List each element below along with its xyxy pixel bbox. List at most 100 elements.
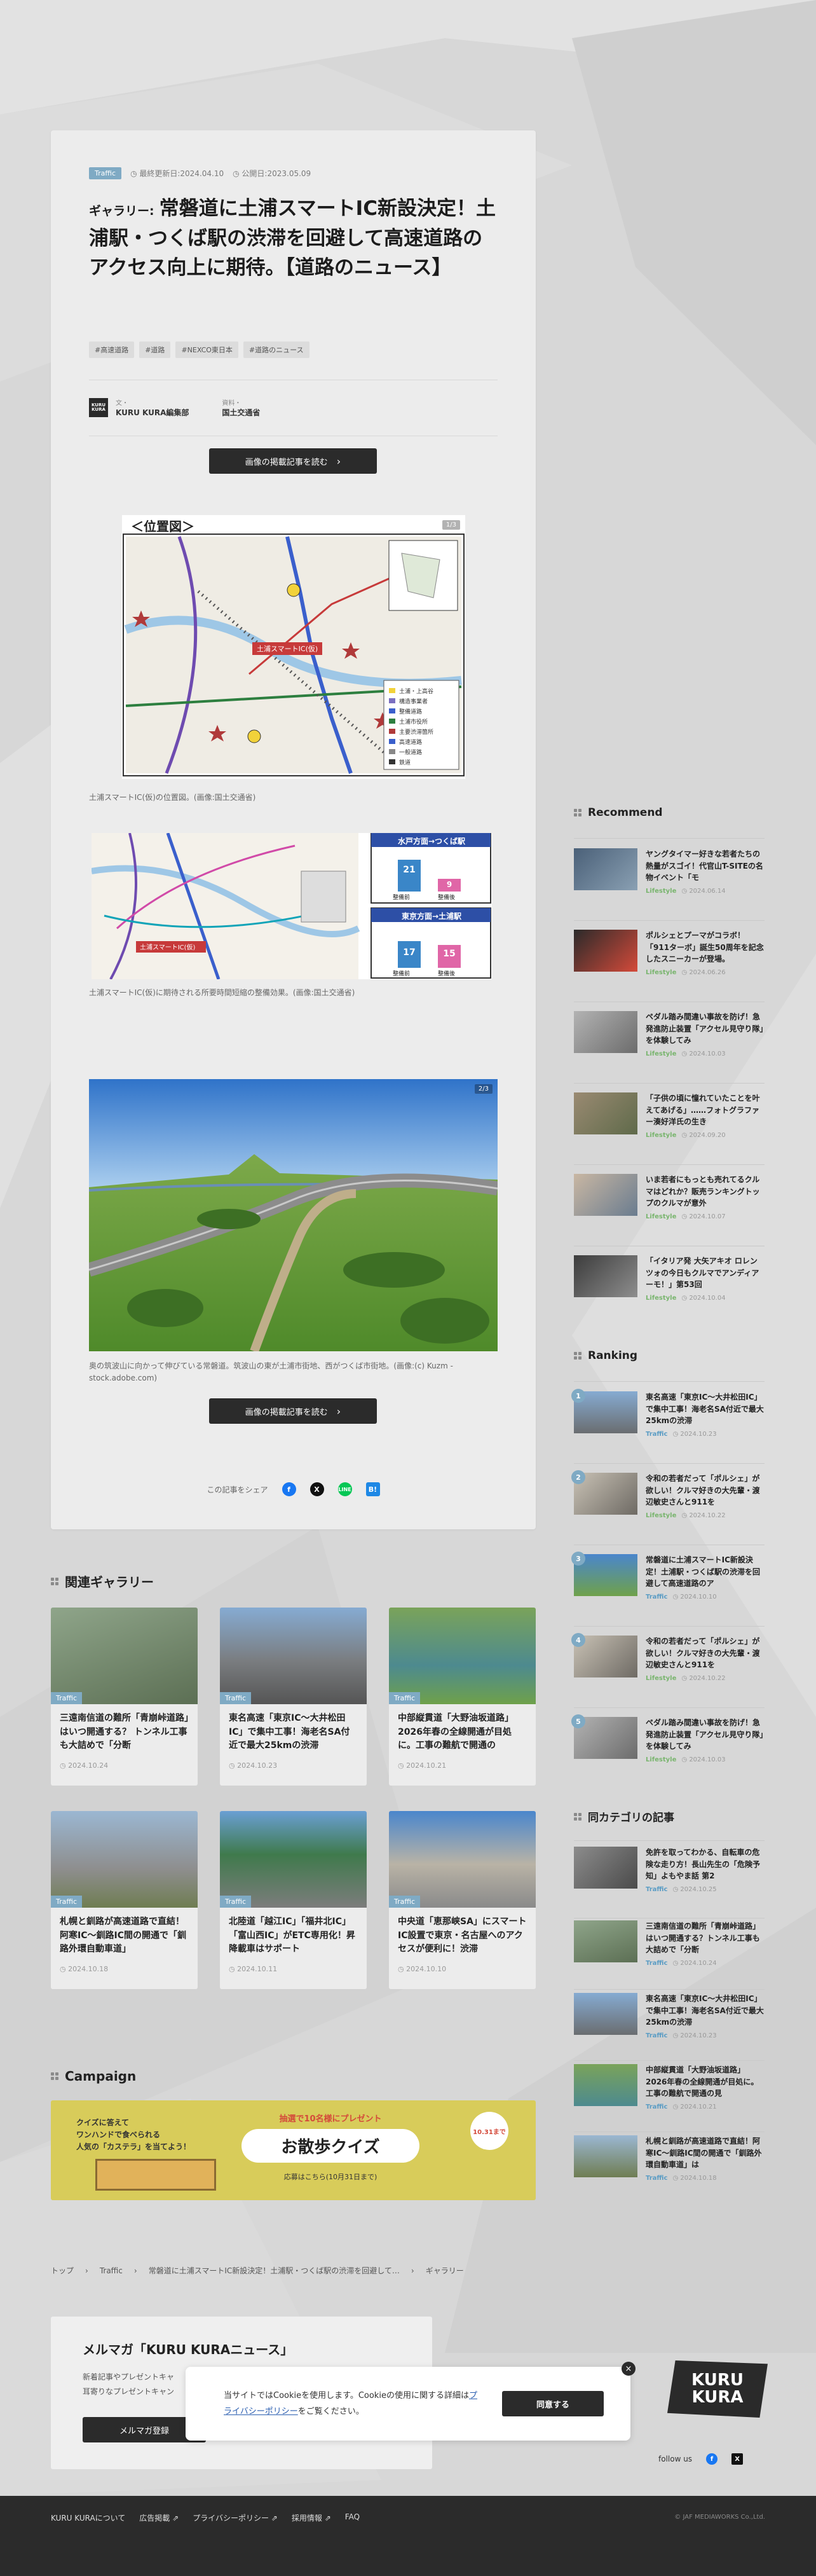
recommend-item[interactable]: ヤングタイマー好きな若者たちの熱量がスゴイ！代官山T-SITEの名物イベント「モ… <box>574 848 765 915</box>
recommend-item[interactable]: 「イタリア発 大矢アキオ ロレンツォの今日もクルマでアンディアーモ！」第53回 … <box>574 1255 765 1322</box>
recommend-heading: Recommend <box>574 806 663 819</box>
read-article-button[interactable]: 画像の掲載記事を読む › <box>209 448 377 474</box>
facebook-icon[interactable]: f <box>706 2453 718 2465</box>
gallery-card-title: 北陸道「越江IC」「福井北IC」「富山西IC」がETC専用化！昇降載車はサポート <box>229 1917 355 1955</box>
read-article-button[interactable]: 画像の掲載記事を読む › <box>209 1398 377 1424</box>
gallery-card-title: 東名高速「東京IC〜大井松田IC」で集中工事！海老名SA付近で最大25kmの渋滞 <box>229 1713 350 1751</box>
gallery-card-date: ◷ 2024.10.21 <box>398 1761 447 1770</box>
campaign-text: 人気の「カステラ」を当てよう！ <box>76 2142 191 2152</box>
same-category-item[interactable]: 三遠南信道の難所「青崩峠道路」はいつ開通する？トンネル工事も大詰めで「分断 Tr… <box>574 1920 765 1987</box>
accept-cookie-button[interactable]: 同意する <box>502 2391 604 2416</box>
facebook-icon[interactable]: f <box>282 1482 296 1496</box>
divider <box>574 1707 765 1708</box>
follow-us: follow us f X <box>658 2453 744 2465</box>
gallery-card[interactable]: Traffic 三遠南信道の難所「青崩峠道路」はいつ開通する？ トンネル工事も大… <box>51 1608 198 1786</box>
gallery-card-title: 中央道「恵那峡SA」にスマートIC設置で東京・名古屋へのアクセスが便利に！渋滞 <box>398 1917 527 1955</box>
footer-link[interactable]: 採用情報 ⇗ <box>292 2512 331 2523</box>
item-category: Traffic <box>646 1886 668 1893</box>
divider <box>574 1840 765 1841</box>
breadcrumb-item[interactable]: トップ <box>51 2265 74 2276</box>
author-name[interactable]: KURU KURA編集部 <box>116 407 189 418</box>
gallery-heading: 関連ギャラリー <box>51 1572 154 1590</box>
divider <box>574 2060 765 2061</box>
breadcrumb-item[interactable]: 常磐道に土浦スマートIC新設決定！土浦駅・つくば駅の渋滞を回避して… <box>149 2265 400 2276</box>
same-category-item[interactable]: 札幌と釧路が高速道路で直結！阿寒IC〜釧路IC間の開通で「釧路外環自動車道」は … <box>574 2135 765 2202</box>
item-category: Traffic <box>646 2032 668 2039</box>
close-icon[interactable]: × <box>622 2362 636 2376</box>
chevron-right-icon: › <box>336 1405 341 1417</box>
aerial-photo-figure[interactable]: 2/3 <box>89 1079 498 1351</box>
x-icon[interactable]: X <box>731 2453 744 2465</box>
heading-dots-icon <box>51 1577 58 1585</box>
tag-item[interactable]: #NEXCO東日本 <box>175 341 238 358</box>
tag-item[interactable]: #道路のニュース <box>243 341 309 358</box>
footer-link[interactable]: 広告掲載 ⇗ <box>139 2512 179 2523</box>
item-title: いま若者にもっとも売れてるクルマはどれか？販売ランキングトップのクルマが意外 <box>646 1175 760 1208</box>
category-badge[interactable]: Traffic <box>89 167 122 179</box>
cookie-text: 当サイトではCookieを使用します。Cookieの使用に関する詳細はプライバシ… <box>224 2391 477 2416</box>
ranking-item[interactable]: 5 ペダル踏み間違い事故を防げ！急発進防止装置「アクセル見守り隊」を体験してみ … <box>571 1714 765 1784</box>
figure-caption: 土浦スマートIC(仮)に期待される所要時間短縮の整備効果。(画像:国土交通省) <box>89 988 355 997</box>
line-icon[interactable]: LINE <box>337 1482 352 1496</box>
divider <box>574 1164 765 1165</box>
chevron-right-icon: › <box>85 2266 88 2275</box>
divider <box>574 1083 765 1084</box>
gallery-card[interactable]: Traffic 中央道「恵那峡SA」にスマートIC設置で東京・名古屋へのアクセス… <box>389 1811 536 1989</box>
gallery-card-date: ◷ 2024.10.10 <box>398 1965 447 1973</box>
item-date: ◷ 2024.10.23 <box>672 1431 717 1438</box>
gallery-card-date: ◷ 2024.10.18 <box>60 1965 109 1973</box>
effect-diagram-illustration: 土浦スマートIC(仮) <box>92 833 491 979</box>
ranking-item[interactable]: 4 令和の若者だって「ポルシェ」が欲しい！クルマ好きの大先輩・渡辺敏史さんと91… <box>571 1633 765 1702</box>
rank-badge: 1 <box>571 1389 585 1403</box>
gallery-card[interactable]: Traffic 札幌と釧路が高速道路で直結！阿寒IC〜釧路IC間の開通で「釧路外… <box>51 1811 198 1989</box>
campaign-banner[interactable]: クイズに答えて ワンハンドで食べられる 人気の「カステラ」を当てよう！ 抽選で1… <box>51 2100 536 2200</box>
bar-label: 整備後 <box>438 895 456 901</box>
svg-text:一般道路: 一般道路 <box>399 748 422 756</box>
gallery-card[interactable]: Traffic 北陸道「越江IC」「福井北IC」「富山西IC」がETC専用化！昇… <box>220 1811 367 1989</box>
heading-dots-icon <box>574 1352 581 1360</box>
author-info: KURU KURA 文・ KURU KURA編集部 資料・ 国土交通省 <box>89 397 260 418</box>
breadcrumb-item[interactable]: Traffic <box>100 2266 123 2275</box>
location-map-figure[interactable]: 1/3 ＜位置図＞ 土浦スマートIC(仮) 土浦・上高谷 構造事業者 整備道路 … <box>122 515 465 779</box>
thumbnail <box>574 848 637 890</box>
footer-link[interactable]: KURU KURAについて <box>51 2512 125 2523</box>
same-category-item[interactable]: 免許を取ってわかる、自転車の危険な走り方！長山先生の「危険予知」よもやま話 第2… <box>574 1847 765 1913</box>
item-title: 札幌と釧路が高速道路で直結！阿寒IC〜釧路IC間の開通で「釧路外環自動車道」は <box>646 2137 762 2170</box>
svg-text:土浦スマートIC(仮): 土浦スマートIC(仮) <box>257 645 318 653</box>
same-category-item[interactable]: 東名高速「東京IC〜大井松田IC」で集中工事！海老名SA付近で最大25kmの渋滞… <box>574 1993 765 2060</box>
tag-item[interactable]: #道路 <box>139 341 171 358</box>
bar-value: 9 <box>446 880 452 889</box>
gallery-card[interactable]: Traffic 東名高速「東京IC〜大井松田IC」で集中工事！海老名SA付近で最… <box>220 1608 367 1786</box>
image-counter: 1/3 <box>442 520 460 530</box>
updated-date: ◷ 最終更新日:2024.04.10 <box>130 169 224 178</box>
footer-link[interactable]: プライバシーポリシー ⇗ <box>193 2512 278 2523</box>
svg-text:土浦スマートIC(仮): 土浦スマートIC(仮) <box>140 943 196 951</box>
item-category: Lifestyle <box>646 888 677 895</box>
item-date: ◷ 2024.10.21 <box>672 2104 717 2111</box>
item-category: Traffic <box>646 2175 668 2182</box>
article-card: Traffic ◷ 最終更新日:2024.04.10 ◷ 公開日:2023.05… <box>51 130 536 1529</box>
recommend-item[interactable]: いま若者にもっとも売れてるクルマはどれか？販売ランキングトップのクルマが意外 L… <box>574 1174 765 1241</box>
recommend-item[interactable]: 「子供の頃に憧れていたことを叶えてあげる」……フォトグラファー湊好洋氏の生き L… <box>574 1092 765 1159</box>
x-icon[interactable]: X <box>309 1482 324 1496</box>
footer-link[interactable]: FAQ <box>345 2512 360 2523</box>
item-date: ◷ 2024.06.14 <box>681 888 726 895</box>
ranking-item[interactable]: 2 令和の若者だって「ポルシェ」が欲しい！クルマ好きの大先輩・渡辺敏史さんと91… <box>571 1470 765 1539</box>
thumbnail <box>574 2064 637 2106</box>
hatena-icon[interactable]: B! <box>365 1482 380 1496</box>
item-title: ペダル踏み間違い事故を防げ！急発進防止装置「アクセル見守り隊」を体験してみ <box>646 1012 764 1045</box>
item-date: ◷ 2024.06.26 <box>681 969 726 976</box>
ranking-item[interactable]: 3 常磐道に土浦スマートIC新設決定！土浦駅・つくば駅の渋滞を回避して高速道路の… <box>571 1552 765 1621</box>
same-category-item[interactable]: 中部縦貫道「大野油坂道路」2026年春の全線開通が目処に。工事の難航で開通の見 … <box>574 2064 765 2131</box>
gallery-card[interactable]: Traffic 中部縦貫道「大野油坂道路」2026年春の全線開通が目処に。工事の… <box>389 1608 536 1786</box>
tag-item[interactable]: #高速道路 <box>89 341 135 358</box>
recommend-item[interactable]: ポルシェとプーマがコラボ！「911ターボ」誕生50周年を記念したスニーカーが登場… <box>574 930 765 996</box>
brand-logo[interactable]: KURU KURA <box>667 2360 768 2418</box>
author-logo: KURU KURA <box>89 398 108 417</box>
recommend-item[interactable]: ペダル踏み間違い事故を防げ！急発進防止装置「アクセル見守り隊」を体験してみ Li… <box>574 1011 765 1078</box>
ranking-item[interactable]: 1 東名高速「東京IC〜大井松田IC」で集中工事！海老名SA付近で最大25kmの… <box>571 1389 765 1458</box>
follow-label: follow us <box>658 2455 693 2463</box>
heading-dots-icon <box>51 2072 58 2080</box>
campaign-title: お散歩クイズ <box>241 2129 419 2163</box>
effect-diagram-figure[interactable]: 土浦スマートIC(仮) 水戸方面→つくば駅 東京方面→土浦駅 21 9 17 1… <box>92 833 492 979</box>
